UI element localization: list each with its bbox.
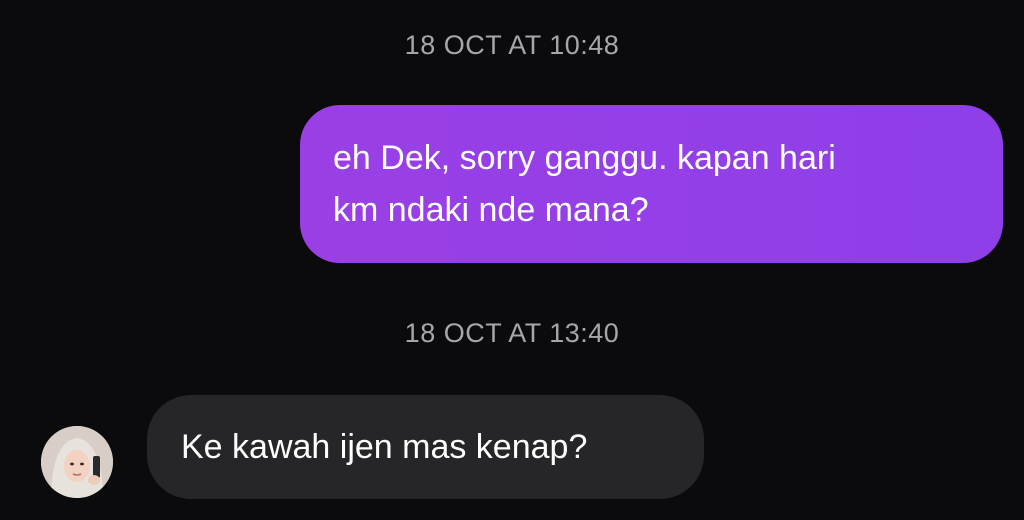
avatar-photo <box>41 426 113 498</box>
message-timestamp: 18 OCT AT 13:40 <box>404 318 620 348</box>
outgoing-message-line: eh Dek, sorry ganggu. kapan hari <box>333 139 836 177</box>
incoming-message-bubble[interactable]: Ke kawah ijen mas kenap? <box>147 395 704 499</box>
incoming-message-row: Ke kawah ijen mas kenap? <box>0 395 1024 505</box>
outgoing-message-bubble[interactable]: eh Dek, sorry ganggu. kapan hari km ndak… <box>300 105 1003 263</box>
profile-photo-icon[interactable] <box>41 426 113 498</box>
message-timestamp: 18 OCT AT 10:48 <box>404 30 620 60</box>
outgoing-message-line: km ndaki nde mana? <box>333 191 649 229</box>
chat-thread: 18 OCT AT 10:48 eh Dek, sorry ganggu. ka… <box>0 0 1024 520</box>
